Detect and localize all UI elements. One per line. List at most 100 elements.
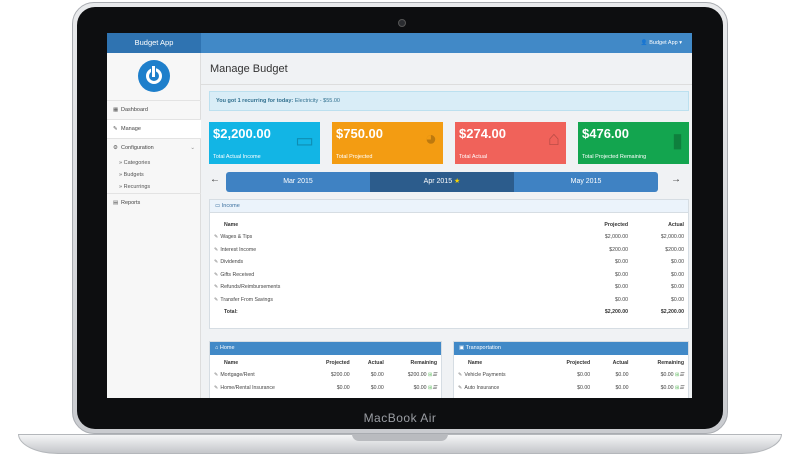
tile-label: Total Actual Income <box>213 154 261 160</box>
list-icon[interactable]: ☰ <box>432 385 437 391</box>
month-tabs: Mar 2015 Apr 2015 ★ May 2015 <box>226 172 658 192</box>
sidebar-subitem-budgets[interactable]: » Budgets <box>107 169 201 181</box>
col-name: Name <box>468 360 483 366</box>
row-name-cell: ✎ Wages & Tips <box>210 231 506 244</box>
table-header-row: Name Projected Actual <box>210 219 688 231</box>
pencil-icon[interactable]: ✎ <box>214 259 218 265</box>
sidebar-item-configuration[interactable]: ⚙ Configuration ⌄ <box>107 138 201 157</box>
pencil-icon[interactable]: ✎ <box>214 297 218 303</box>
panel-header: ▣ Transportation <box>454 342 688 355</box>
row-actual: $0.00 <box>671 284 684 291</box>
list-icon[interactable]: ☰ <box>679 372 684 378</box>
next-month-arrow-icon[interactable]: → <box>671 174 681 185</box>
main-content: Manage Budget You got 1 recurring for to… <box>201 53 692 398</box>
pencil-icon[interactable]: ✎ <box>458 385 462 391</box>
col-remaining: Remaining <box>657 360 684 366</box>
month-tab-next[interactable]: May 2015 <box>514 172 658 192</box>
row-projected: $0.00 <box>615 296 628 303</box>
row-actual: $0.00 <box>671 271 684 278</box>
sidebar-item-label: Manage <box>121 126 141 132</box>
money-icon: ▭ <box>215 203 222 209</box>
table-row: ✎ Home/Rental Insurance $0.00 $0.00 $0.00 ⊞☰ <box>210 382 441 395</box>
sidebar-item-label: Configuration <box>121 145 154 151</box>
panel-header: ⌂ Home <box>210 342 441 355</box>
tile-value: $2,200.00 <box>213 126 271 141</box>
home-rows: ✎ Mortgage/Rent $200.00 $0.00 $200.00 ⊞☰ ✎ Hom… <box>210 369 441 394</box>
sidebar-item-manage[interactable]: ✎ Manage <box>107 119 201 138</box>
row-name: Gifts Received <box>220 271 255 278</box>
pencil-icon[interactable]: ✎ <box>214 284 218 290</box>
row-projected: $0.00 <box>615 259 628 266</box>
row-actual: $0.00 <box>370 384 384 391</box>
list-icon[interactable]: ☰ <box>432 372 437 378</box>
bullet-icon: » <box>119 160 123 166</box>
prev-month-arrow-icon[interactable]: ← <box>210 174 220 185</box>
sidebar-item-label: Dashboard <box>121 107 148 113</box>
app-screen: Budget App 👤 Budget App ▾ ▦ Dashboard ✎ Ma… <box>107 33 692 398</box>
row-projected: $0.00 <box>615 284 628 291</box>
sidebar-subitem-label: Categories <box>123 160 151 166</box>
bus-icon: ▣ <box>459 345 466 351</box>
pencil-icon[interactable]: ✎ <box>214 272 218 278</box>
row-name-cell: ✎ Dividends <box>210 256 506 269</box>
app-brand[interactable]: Budget App <box>107 33 201 53</box>
laptop-notch <box>352 434 448 441</box>
camera-icon <box>398 19 406 27</box>
tile-label: Total Projected Remaining <box>582 154 647 160</box>
chevron-down-icon: ⌄ <box>190 145 195 151</box>
col-actual: Actual <box>668 222 684 228</box>
pie-chart-icon: ◕ <box>424 128 437 150</box>
tile-value: $750.00 <box>336 126 383 141</box>
month-tab-current[interactable]: Apr 2015 ★ <box>370 172 514 192</box>
row-remaining: $0.00 <box>413 384 427 391</box>
tile-label: Total Projected <box>336 154 373 160</box>
pencil-icon[interactable]: ✎ <box>458 372 462 378</box>
tile-total-projected: $750.00 Total Projected ◕ <box>332 122 443 164</box>
table-row: ✎ Mortgage/Rent $200.00 $0.00 $200.00 ⊞☰ <box>210 369 441 382</box>
tile-total-actual: $274.00 Total Actual ⌂ <box>455 122 566 164</box>
table-row: ✎ Dividends $0.00 $0.00 <box>210 256 688 269</box>
row-name-cell: ✎ Refunds/Reimbursements <box>210 281 506 294</box>
pencil-icon[interactable]: ✎ <box>214 372 218 378</box>
power-logo-icon <box>138 60 170 92</box>
table-row: ✎ Gifts Received $0.00 $0.00 <box>210 269 688 282</box>
row-remaining-cell: $0.00 ⊞☰ <box>632 369 688 382</box>
table-row: ✎ Wages & Tips $2,000.00 $2,000.00 <box>210 231 688 244</box>
money-icon: ▭ <box>295 130 314 152</box>
row-name-cell: ✎ Mortgage/Rent <box>210 369 308 382</box>
row-actual: $200.00 <box>665 246 684 253</box>
col-projected: Projected <box>566 360 591 366</box>
pencil-icon[interactable]: ✎ <box>214 234 218 240</box>
sidebar: ▦ Dashboard ✎ Manage ⚙ Configuration ⌄ » Cat… <box>107 53 201 398</box>
sidebar-item-dashboard[interactable]: ▦ Dashboard <box>107 100 201 119</box>
home-panel: ⌂ Home Name Projected Actual Remaining ✎… <box>209 341 442 398</box>
list-icon[interactable]: ☰ <box>679 385 684 391</box>
sidebar-subitem-label: Budgets <box>123 172 144 178</box>
row-name: Wages & Tips <box>220 234 253 241</box>
user-menu[interactable]: 👤 Budget App ▾ <box>641 33 682 53</box>
income-rows: ✎ Wages & Tips $2,000.00 $2,000.00 ✎ Interest… <box>210 231 688 306</box>
sidebar-item-reports[interactable]: ▤ Reports <box>107 193 201 212</box>
device-label: MacBook Air <box>363 411 437 425</box>
panel-title: Transportation <box>465 345 501 351</box>
col-remaining: Remaining <box>410 360 437 366</box>
user-menu-label: Budget App ▾ <box>649 40 682 46</box>
row-name: Transfer From Savings <box>220 296 273 303</box>
row-name: Vehicle Payments <box>464 372 506 379</box>
row-remaining: $0.00 <box>660 384 674 391</box>
pencil-icon[interactable]: ✎ <box>214 385 218 391</box>
month-tab-prev[interactable]: Mar 2015 <box>226 172 370 192</box>
sidebar-subitem-recurrings[interactable]: » Recurrings <box>107 181 201 193</box>
table-row: ✎ Refunds/Reimbursements $0.00 $0.00 <box>210 281 688 294</box>
row-actual: $0.00 <box>671 296 684 303</box>
row-name-cell: ✎ Auto Insurance <box>454 382 543 395</box>
panel-title: Home <box>219 345 235 351</box>
total-label: Total: <box>224 309 238 315</box>
pencil-icon[interactable]: ✎ <box>214 247 218 253</box>
row-remaining: $200.00 <box>407 372 427 379</box>
row-actual: $0.00 <box>370 372 384 379</box>
month-navigator: ← Mar 2015 Apr 2015 ★ May 2015 → <box>201 172 692 192</box>
home-table: Name Projected Actual Remaining ✎ Mortgag… <box>210 357 441 394</box>
sidebar-subitem-categories[interactable]: » Categories <box>107 157 201 169</box>
month-tab-label: Apr 2015 <box>423 178 453 185</box>
